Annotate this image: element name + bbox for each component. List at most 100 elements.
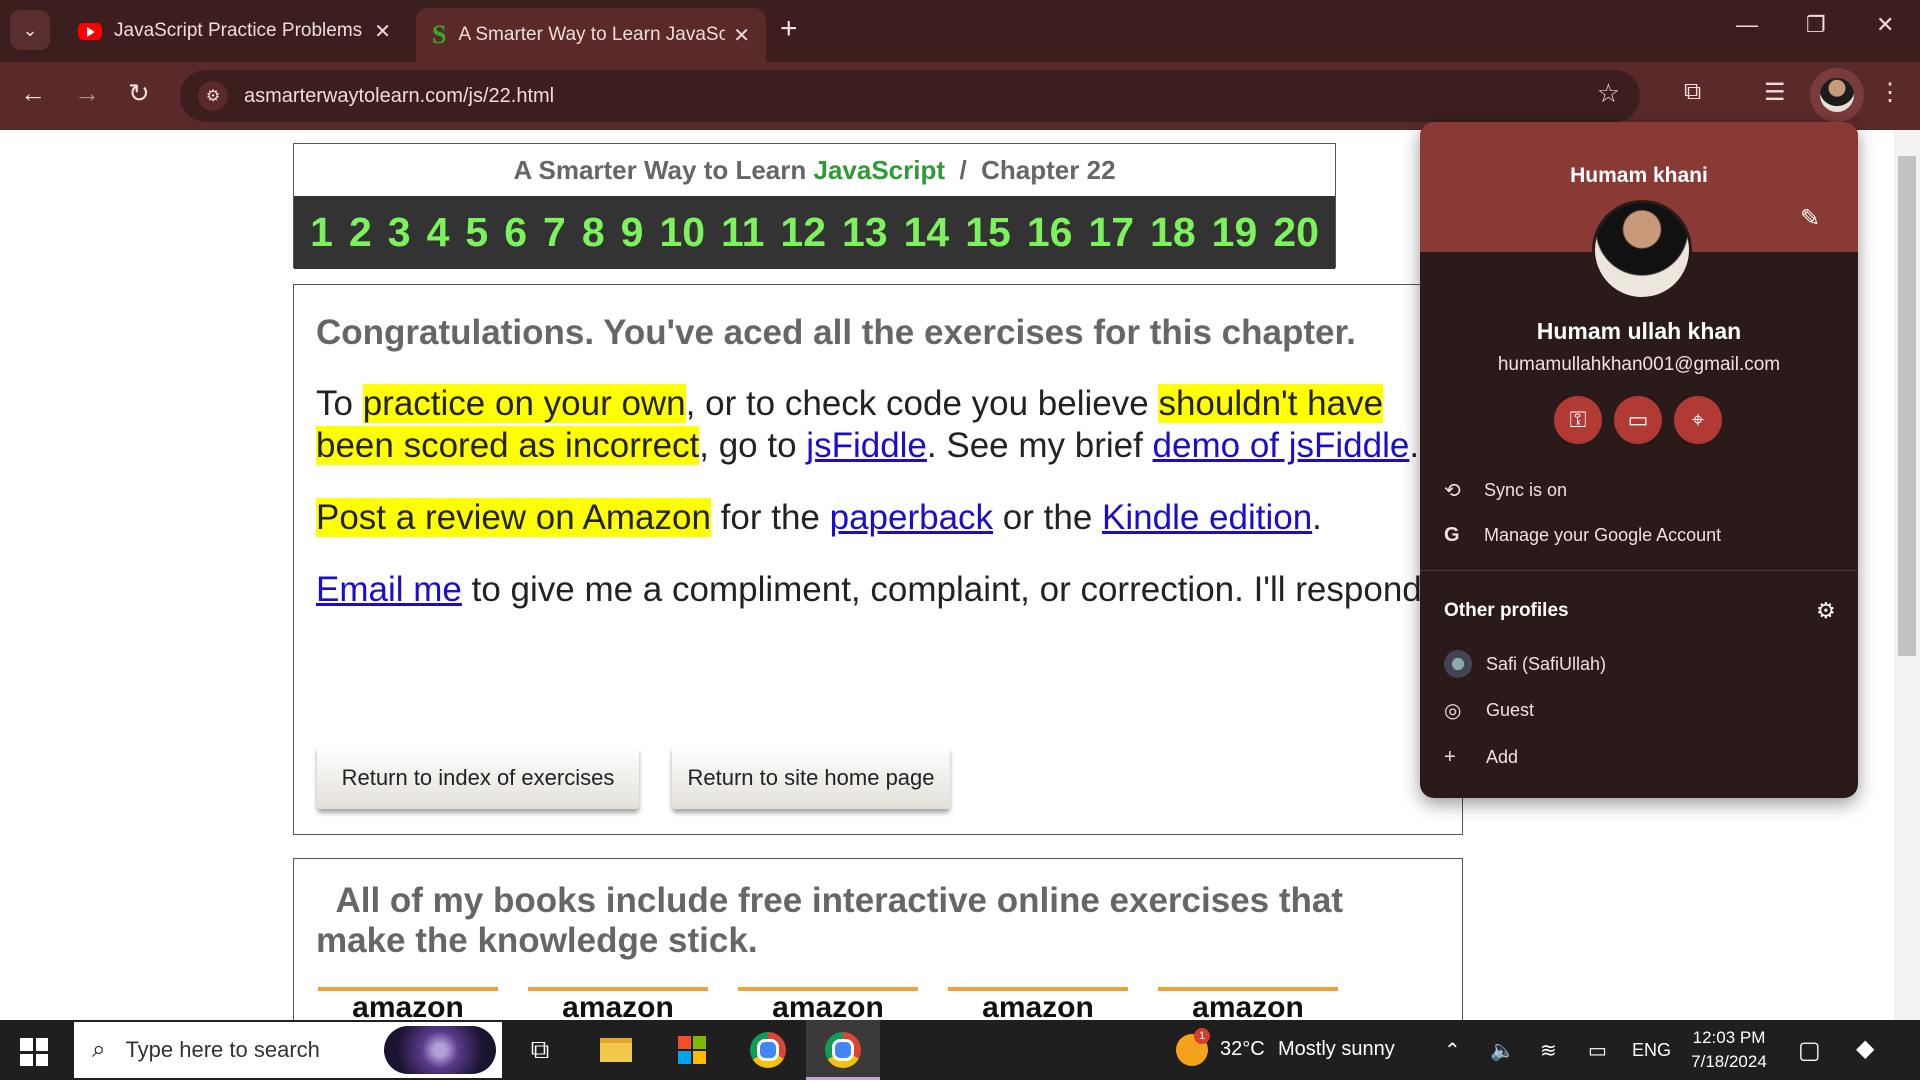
chapter-nav: 1 2 3 4 5 6 7 8 9 10 11 12 13 14 15 16 17 18 19 20 — [294, 196, 1335, 269]
text: , go to — [699, 426, 807, 465]
profile-item-add[interactable]: + Add — [1444, 746, 1518, 769]
title-prefix: A Smarter Way to Learn — [513, 155, 814, 185]
chrome-icon[interactable] — [748, 1030, 788, 1070]
close-icon[interactable]: ✕ — [733, 23, 750, 48]
text: to give me a compliment, complaint, or c… — [461, 570, 1432, 609]
weather-temp[interactable]: 32°C — [1220, 1038, 1265, 1061]
chrome-profile-icon[interactable] — [823, 1030, 863, 1070]
email-me-link[interactable]: Email me — [316, 570, 462, 609]
chapter-link[interactable]: 17 — [1080, 209, 1142, 256]
minimize-button[interactable]: — — [1736, 12, 1758, 38]
clock[interactable]: 12:03 PM 7/18/2024 — [1676, 1026, 1782, 1074]
gear-icon[interactable]: ⚙ — [1816, 598, 1836, 624]
restore-button[interactable]: ❐ — [1806, 12, 1826, 38]
scroll-thumb[interactable] — [1898, 156, 1916, 656]
volume-icon[interactable]: 🔈 — [1490, 1038, 1515, 1063]
amazon-book-link[interactable]: amazon — [738, 987, 918, 1020]
congrats-heading: Congratulations. You've aced all the exe… — [316, 313, 1356, 352]
chapter-link[interactable]: 20 — [1265, 209, 1327, 256]
task-view-icon[interactable]: ⧉ — [520, 1030, 560, 1070]
manage-account-row[interactable]: G Manage your Google Account — [1444, 524, 1721, 547]
highlight-text: practice on your own — [362, 384, 686, 423]
return-home-button[interactable]: Return to site home page — [672, 746, 950, 809]
text: . — [1312, 498, 1322, 537]
amazon-book-link[interactable]: amazon — [948, 987, 1128, 1020]
bookmark-star-icon[interactable]: ☆ — [1597, 78, 1620, 109]
more-menu-icon[interactable]: ⋮ — [1878, 78, 1902, 107]
windows-taskbar: ⌕ Type here to search ⧉ 1 32°C Mostly su… — [0, 1020, 1920, 1080]
media-control-icon[interactable]: ☰ — [1764, 78, 1786, 107]
amazon-book-link[interactable]: amazon — [1158, 987, 1338, 1020]
page-scrollbar[interactable] — [1894, 130, 1920, 1020]
close-icon[interactable]: ✕ — [374, 19, 391, 44]
notification-icon[interactable]: ▢ — [1798, 1036, 1821, 1065]
chapter-link[interactable]: 1 — [302, 209, 341, 256]
browser-toolbar: ← → ↻ ⚙ asmarterwaytolearn.com/js/22.htm… — [0, 62, 1920, 130]
edit-pencil-icon[interactable]: ✎ — [1800, 204, 1820, 233]
new-tab-button[interactable]: + — [780, 12, 798, 46]
books-panel: All of my books include free interactive… — [293, 858, 1463, 1020]
chapter-link[interactable]: 6 — [496, 209, 535, 256]
forward-button[interactable]: → — [74, 78, 100, 109]
chevron-up-icon[interactable]: ⌃ — [1444, 1038, 1461, 1063]
jsfiddle-demo-link[interactable]: demo of jsFiddle — [1153, 426, 1410, 465]
tab-smarter-way[interactable]: S A Smarter Way to Learn JavaScr ✕ — [416, 8, 766, 62]
file-explorer-icon[interactable] — [596, 1030, 636, 1070]
avatar — [1820, 78, 1854, 112]
amazon-book-link[interactable]: amazon — [528, 987, 708, 1020]
profile-item-guest[interactable]: ◎ Guest — [1444, 698, 1534, 723]
profile-item-safi[interactable]: Safi (SafiUllah) — [1444, 650, 1606, 678]
return-index-button[interactable]: Return to index of exercises — [317, 746, 639, 809]
chapter-link[interactable]: 11 — [713, 209, 772, 256]
chapter-link[interactable]: 3 — [380, 209, 419, 256]
address-bar[interactable]: ⚙ asmarterwaytolearn.com/js/22.html ☆ — [180, 70, 1640, 122]
chapter-link[interactable]: 7 — [535, 209, 574, 256]
chapter-link[interactable]: 8 — [574, 209, 613, 256]
profile-button[interactable] — [1810, 68, 1864, 122]
copilot-icon[interactable]: ◆ — [1856, 1034, 1874, 1063]
profile-menu: Humam khani ✎ Humam ullah khan humamulla… — [1420, 122, 1858, 798]
wifi-icon[interactable]: ≋ — [1540, 1038, 1557, 1063]
chapter-link[interactable]: 16 — [1019, 209, 1081, 256]
kindle-link[interactable]: Kindle edition — [1102, 498, 1312, 537]
extensions-icon[interactable]: ⧉ — [1684, 78, 1701, 106]
taskbar-search[interactable]: ⌕ Type here to search — [74, 1022, 502, 1078]
tab-search-button[interactable]: ⌄ — [10, 10, 50, 50]
text: for the — [710, 498, 830, 537]
chapter-link[interactable]: 14 — [896, 209, 958, 256]
profile-item-label: Add — [1486, 747, 1519, 767]
google-g-icon: G — [1444, 524, 1460, 546]
chapter-link[interactable]: 19 — [1204, 209, 1266, 256]
back-button[interactable]: ← — [20, 78, 46, 109]
windows-start-icon[interactable] — [20, 1038, 48, 1066]
site-info-icon[interactable]: ⚙ — [198, 81, 228, 111]
url-text[interactable]: asmarterwaytolearn.com/js/22.html — [244, 85, 554, 108]
jsfiddle-link[interactable]: jsFiddle — [806, 426, 927, 465]
address-pin-icon[interactable]: ⌖ — [1674, 396, 1722, 444]
sync-row[interactable]: ⟲ Sync is on — [1444, 478, 1567, 503]
language-indicator[interactable]: ENG — [1632, 1040, 1671, 1061]
chapter-link[interactable]: 5 — [457, 209, 496, 256]
chapter-link[interactable]: 10 — [651, 209, 713, 256]
text: or the — [993, 498, 1103, 537]
avatar — [1592, 200, 1692, 300]
tab-youtube[interactable]: JavaScript Practice Problems | P ✕ — [62, 8, 407, 54]
chapter-link[interactable]: 4 — [419, 209, 458, 256]
microsoft-store-icon[interactable] — [672, 1030, 712, 1070]
chapter-link[interactable]: 9 — [613, 209, 652, 256]
chapter-link[interactable]: 12 — [772, 209, 834, 256]
paperback-link[interactable]: paperback — [830, 498, 993, 537]
close-window-button[interactable]: ✕ — [1876, 12, 1894, 38]
reload-button[interactable]: ↻ — [128, 78, 150, 109]
payment-card-icon[interactable]: ▭ — [1614, 396, 1662, 444]
profile-item-label: Guest — [1486, 700, 1535, 720]
amazon-book-link[interactable]: amazon — [318, 987, 498, 1020]
chapter-link[interactable]: 15 — [957, 209, 1019, 256]
chapter-link[interactable]: 18 — [1142, 209, 1204, 256]
chapter-link[interactable]: 2 — [341, 209, 380, 256]
chapter-link[interactable]: 13 — [834, 209, 896, 256]
tab-title: A Smarter Way to Learn JavaScr — [458, 24, 726, 45]
passwords-key-icon[interactable]: ⚿ — [1554, 396, 1602, 444]
battery-icon[interactable]: ▭ — [1588, 1038, 1607, 1063]
weather-desc[interactable]: Mostly sunny — [1278, 1038, 1395, 1061]
